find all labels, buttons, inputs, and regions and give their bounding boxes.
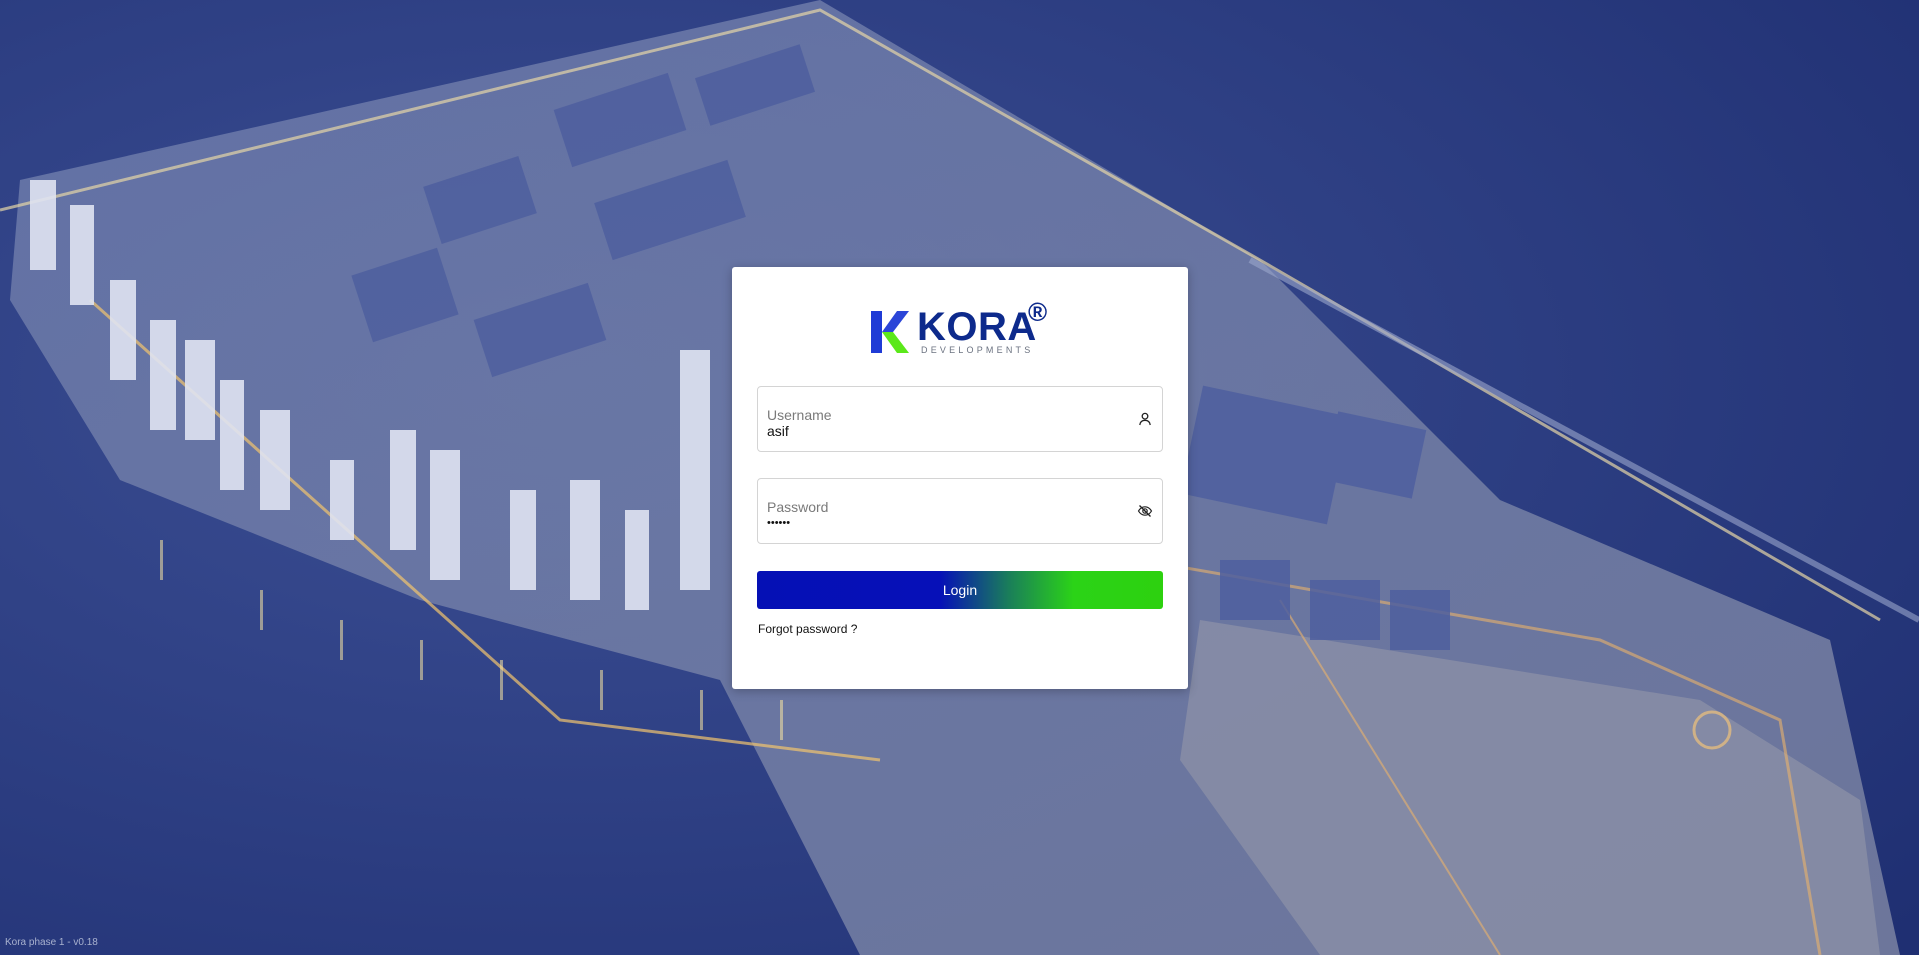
password-input[interactable] [767,517,1107,529]
username-input[interactable] [767,423,1107,439]
login-card: KORA ® DEVELOPMENTS Username Password Lo… [732,267,1188,689]
user-icon [1139,412,1151,426]
password-label: Password [767,499,829,515]
login-button[interactable]: Login [757,571,1163,609]
username-field[interactable]: Username [757,386,1163,452]
kora-logo: KORA ® DEVELOPMENTS [871,299,1057,355]
password-field[interactable]: Password [757,478,1163,544]
username-label: Username [767,407,832,423]
version-label: Kora phase 1 - v0.18 [5,937,98,948]
forgot-password-link[interactable]: Forgot password ? [758,622,857,636]
brand-subtitle: DEVELOPMENTS [921,345,1034,355]
eye-off-icon[interactable] [1137,503,1153,519]
kora-k-mark-icon [871,311,909,353]
brand-name: KORA [917,305,1037,349]
registered-mark: ® [1028,297,1048,327]
